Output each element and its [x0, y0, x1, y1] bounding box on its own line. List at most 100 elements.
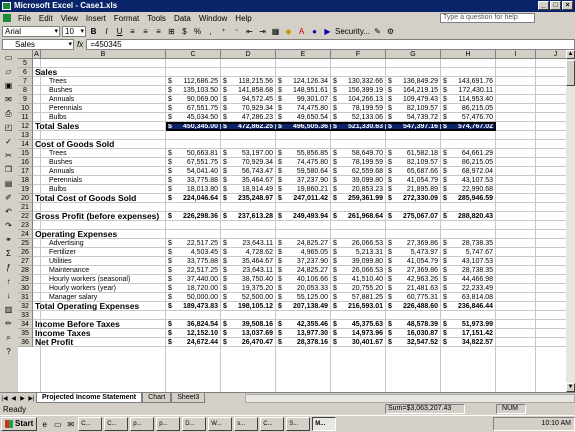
row-header[interactable]: 33 [18, 311, 33, 320]
value-cell[interactable]: $26,066.53 [331, 266, 385, 275]
undo-icon[interactable]: ↶ [2, 206, 15, 218]
workbook-icon[interactable] [3, 14, 11, 22]
italic-button[interactable]: I [101, 26, 112, 37]
value-cell[interactable]: $86,215.05 [441, 158, 495, 167]
decrease-decimal-icon[interactable]: ⁻ [231, 26, 242, 37]
value-cell[interactable]: $53,197.00 [221, 149, 275, 158]
scroll-up-icon[interactable]: ▲ [566, 50, 575, 59]
value-cell[interactable]: $33,775.88 [166, 257, 220, 266]
taskbar-item[interactable]: p... [130, 417, 155, 431]
value-cell[interactable]: $58,649.70 [331, 149, 385, 158]
row-header[interactable]: 31 [18, 293, 33, 302]
decrease-indent-icon[interactable]: ⇤ [244, 26, 255, 37]
value-cell[interactable]: $141,858.68 [221, 86, 275, 95]
row-label[interactable]: Perennials [49, 104, 164, 113]
value-cell[interactable]: $90,069.00 [166, 95, 220, 104]
value-cell[interactable]: $44,466.98 [441, 275, 495, 284]
taskbar-item[interactable]: D... [182, 417, 207, 431]
value-cell[interactable]: $42,963.26 [386, 275, 440, 284]
cut-icon[interactable]: ✂ [2, 150, 15, 162]
open-icon[interactable]: ▱ [2, 66, 15, 78]
increase-decimal-icon[interactable]: ⁺ [218, 26, 229, 37]
row-header[interactable]: 19 [18, 185, 33, 194]
value-cell[interactable]: $496,505.36 [276, 122, 330, 131]
borders-icon[interactable]: ▦ [270, 26, 281, 37]
value-cell[interactable]: $156,399.19 [331, 86, 385, 95]
value-cell[interactable]: $41,054.79 [386, 176, 440, 185]
value-cell[interactable]: $20,755.20 [331, 284, 385, 293]
preview-icon[interactable]: ◰ [2, 122, 15, 134]
value-cell[interactable]: $57,881.25 [331, 293, 385, 302]
column-header[interactable]: E [276, 50, 331, 59]
merge-center-icon[interactable]: ⊞ [166, 26, 177, 37]
row-label[interactable]: Sales [35, 68, 164, 77]
row-header[interactable]: 24 [18, 230, 33, 239]
font-color-icon[interactable]: A [296, 26, 307, 37]
format-painter-icon[interactable]: ✐ [2, 192, 15, 204]
value-cell[interactable]: $450,345.00 [166, 122, 220, 131]
value-cell[interactable]: $20,053.33 [276, 284, 330, 293]
taskbar-item[interactable]: S... [286, 417, 311, 431]
taskbar-item[interactable]: p... [156, 417, 181, 431]
row-label[interactable]: Operating Expenses [35, 230, 164, 239]
value-cell[interactable]: $224,046.64 [166, 194, 220, 203]
value-cell[interactable]: $51,973.99 [441, 320, 495, 329]
value-cell[interactable]: $235,248.97 [221, 194, 275, 203]
value-cell[interactable]: $288,820.43 [441, 212, 495, 221]
value-cell[interactable]: $247,011.42 [276, 194, 330, 203]
row-header[interactable]: 32 [18, 302, 33, 311]
value-cell[interactable]: $45,034.50 [166, 113, 220, 122]
spelling-icon[interactable]: ✓ [2, 136, 15, 148]
value-cell[interactable]: $112,686.25 [166, 77, 220, 86]
column-header[interactable]: G [386, 50, 441, 59]
fill-color-icon[interactable]: ◆ [283, 26, 294, 37]
scroll-thumb[interactable] [566, 60, 575, 86]
value-cell[interactable]: $18,914.49 [221, 185, 275, 194]
row-label[interactable]: Hourly workers (seasonal) [49, 275, 164, 284]
last-sheet-icon[interactable]: ▶| [27, 395, 36, 402]
paste-icon[interactable]: ▤ [2, 178, 15, 190]
sort-asc-icon[interactable]: ↑ [2, 276, 15, 288]
tab-sheet3[interactable]: Sheet3 [171, 393, 206, 403]
design-mode-icon[interactable]: ⚙ [385, 26, 396, 37]
value-cell[interactable]: $24,672.44 [166, 338, 220, 347]
menu-insert[interactable]: Insert [82, 14, 110, 23]
play-icon[interactable]: ▶ [322, 26, 333, 37]
record-icon[interactable]: ● [309, 26, 320, 37]
value-cell[interactable]: $52,133.06 [331, 113, 385, 122]
value-cell[interactable]: $12,152.10 [166, 329, 220, 338]
value-cell[interactable]: $52,500.00 [221, 293, 275, 302]
taskbar-item[interactable]: C... [78, 417, 103, 431]
zoom-icon[interactable]: ⌕ [2, 332, 15, 344]
row-label[interactable]: Maintenance [49, 266, 164, 275]
value-cell[interactable]: $4,965.05 [276, 248, 330, 257]
column-header[interactable]: H [441, 50, 496, 59]
row-header[interactable]: 11 [18, 113, 33, 122]
value-cell[interactable]: $39,099.80 [331, 176, 385, 185]
menu-view[interactable]: View [57, 14, 82, 23]
row-label[interactable]: Total Cost of Goods Sold [35, 194, 164, 203]
row-label[interactable]: Net Profit [35, 338, 164, 347]
select-all-corner[interactable] [18, 50, 33, 59]
row-header[interactable]: 30 [18, 284, 33, 293]
bold-button[interactable]: B [88, 26, 99, 37]
taskbar-item[interactable]: C... [104, 417, 129, 431]
row-label[interactable]: Gross Profit (before expenses) [35, 212, 164, 221]
value-cell[interactable]: $216,593.01 [331, 302, 385, 311]
row-label[interactable]: Annuals [49, 167, 164, 176]
value-cell[interactable]: $22,990.68 [441, 185, 495, 194]
value-cell[interactable]: $48,578.39 [386, 320, 440, 329]
value-cell[interactable]: $37,440.00 [166, 275, 220, 284]
column-header[interactable]: C [166, 50, 221, 59]
value-cell[interactable]: $59,580.64 [276, 167, 330, 176]
value-cell[interactable]: $4,503.45 [166, 248, 220, 257]
value-cell[interactable]: $226,488.60 [386, 302, 440, 311]
value-cell[interactable]: $16,030.87 [386, 329, 440, 338]
value-cell[interactable]: $189,473.83 [166, 302, 220, 311]
row-header[interactable]: 6 [18, 68, 33, 77]
row-label[interactable]: Bushes [49, 158, 164, 167]
value-cell[interactable]: $23,643.11 [221, 266, 275, 275]
function-icon[interactable]: ƒ [2, 262, 15, 274]
value-cell[interactable]: $237,613.28 [221, 212, 275, 221]
value-cell[interactable]: $130,332.66 [331, 77, 385, 86]
